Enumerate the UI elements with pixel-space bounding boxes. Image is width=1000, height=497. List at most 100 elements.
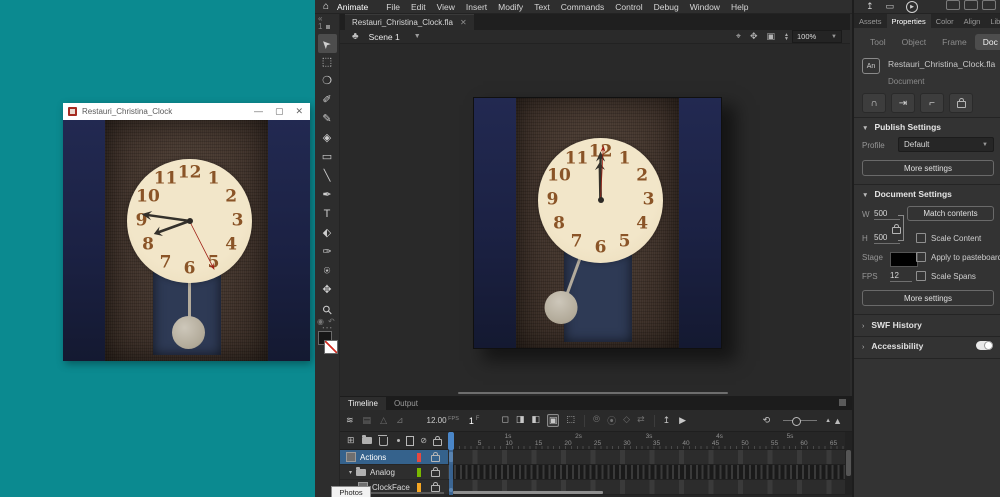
share-icon[interactable]: ↥ [866, 1, 874, 12]
layer-color-chip[interactable] [417, 452, 421, 462]
onion-skin-icon[interactable]: ≋ [346, 415, 354, 426]
export-animation-icon[interactable]: ↥ [663, 415, 671, 426]
tab-timeline[interactable]: Timeline [340, 397, 386, 410]
insert-frame-icon[interactable]: ◻ [501, 414, 508, 427]
text-tool-icon[interactable]: T [318, 205, 337, 224]
graph-editor-icon[interactable]: ⊿ [396, 415, 404, 426]
folder-expand-icon[interactable]: ▾ [349, 469, 352, 476]
playhead[interactable] [448, 432, 454, 450]
document-settings-header[interactable]: ▼ Document Settings [862, 189, 952, 199]
line-tool-icon[interactable]: ╲ [318, 167, 337, 186]
timeline-zoom-slider[interactable] [783, 417, 818, 426]
close-icon[interactable]: ✕ [295, 107, 303, 116]
scene-chevron-icon[interactable]: ▼ [414, 33, 421, 40]
fill-color-swatch[interactable] [324, 340, 338, 354]
layer-color-chip[interactable] [417, 467, 421, 477]
insert-keyframe-icon[interactable]: ◨ [516, 414, 525, 427]
publish-preview-icon[interactable]: ▭ [886, 1, 895, 12]
undo-icon[interactable]: ↶ [328, 317, 335, 326]
document-more-settings-button[interactable]: More settings [862, 290, 994, 306]
outline-layers-icon[interactable] [406, 435, 415, 446]
minimize-icon[interactable]: — [254, 107, 263, 116]
create-motion-tween-icon[interactable]: ⦾ [593, 414, 600, 427]
menu-modify[interactable]: Modify [498, 2, 523, 12]
height-input[interactable]: 500 [874, 233, 900, 244]
panel-tab-align[interactable]: Align [959, 14, 986, 29]
rectangle-tool-icon[interactable]: ▭ [318, 148, 337, 167]
eyedropper-tool-icon[interactable]: ✑ [318, 243, 337, 262]
subtab-object[interactable]: Object [894, 34, 935, 50]
zoom-out-frames-icon[interactable]: ▲ [825, 418, 831, 424]
scale-spans-checkbox[interactable]: Scale Spans [916, 271, 976, 281]
match-contents-button[interactable]: Match contents [907, 206, 994, 221]
timeline-vscrollbar[interactable] [845, 432, 852, 495]
pen-tool-icon[interactable]: ✒ [318, 186, 337, 205]
layer-lock-icon[interactable] [431, 452, 440, 462]
scale-content-checkbox[interactable]: Scale Content [916, 233, 981, 243]
create-shape-tween-icon[interactable]: ⦿ [607, 414, 616, 427]
current-frame-indicator[interactable]: 1 F [469, 416, 480, 426]
panel-tab-properties[interactable]: Properties [886, 13, 931, 29]
asset-warp-tool-icon[interactable]: ⍟ [318, 262, 337, 281]
scene-breadcrumb[interactable]: Scene 1 [369, 32, 400, 42]
layer-row-actions[interactable]: Actions [340, 450, 448, 465]
panel-tab-library[interactable]: Library [985, 14, 1000, 29]
stage-canvas[interactable]: 121234567891011 [473, 97, 722, 349]
clip-content-icon[interactable]: ▣ [767, 31, 776, 42]
delete-frame-icon[interactable]: ⬚ [566, 414, 575, 427]
panel-tab-color[interactable]: Color [931, 14, 959, 29]
menu-window[interactable]: Window [690, 2, 720, 12]
layer-color-chip[interactable] [417, 482, 421, 492]
fps-input[interactable]: 12 [890, 271, 912, 282]
camera-icon[interactable]: ▤ [363, 415, 372, 426]
add-layer-icon[interactable]: ⊞ [347, 435, 355, 446]
menu-edit[interactable]: Edit [411, 2, 426, 12]
zoom-in-frames-icon[interactable]: ▲ [833, 416, 842, 426]
scene-icon[interactable]: ♣ [352, 31, 359, 42]
snap-toggle-icon[interactable]: ◉ [317, 317, 324, 326]
hide-layers-icon[interactable]: ⊘ [420, 436, 427, 445]
workspace-button-1[interactable] [946, 0, 960, 10]
frame-row-analog[interactable] [448, 465, 845, 480]
timeline-panel-menu-icon[interactable] [839, 399, 846, 406]
auto-keyframe-icon[interactable]: ▣ [546, 414, 560, 427]
preview-titlebar[interactable]: Restauri_Christina_Clock — ▢ ✕ [63, 103, 310, 120]
subtab-tool[interactable]: Tool [862, 34, 894, 50]
pasteboard[interactable]: 121234567891011 [340, 44, 850, 396]
home-icon[interactable]: ⌂ [323, 1, 329, 12]
center-stage-icon[interactable]: ⌖ [736, 31, 741, 42]
play-icon[interactable]: ▶ [679, 415, 686, 426]
paint-bucket-tool-icon[interactable]: ⬖ [318, 224, 337, 243]
delete-layer-icon[interactable] [377, 435, 388, 446]
menu-commands[interactable]: Commands [561, 2, 604, 12]
hand-tool-icon[interactable]: ✥ [318, 281, 337, 300]
menu-insert[interactable]: Insert [466, 2, 487, 12]
timeline-hscrollbar[interactable] [453, 491, 603, 494]
publish-settings-header[interactable]: ▼ Publish Settings [862, 122, 941, 132]
eraser-tool-icon[interactable]: ◈ [318, 129, 337, 148]
snap-align-icon[interactable]: ⇥ [891, 93, 915, 113]
frame-row-actions[interactable] [448, 450, 845, 465]
classic-brush-tool-icon[interactable]: ✎ [318, 110, 337, 129]
lasso-tool-icon[interactable]: ❍ [318, 72, 337, 91]
panel-tab-assets[interactable]: Assets [854, 14, 887, 29]
apply-pasteboard-checkbox[interactable]: Apply to pasteboard [916, 252, 1000, 262]
subtab-doc[interactable]: Doc [974, 34, 1000, 50]
lock-layers-icon[interactable] [433, 435, 442, 446]
zoom-stepper[interactable]: ▲ ▼ [784, 32, 789, 41]
tab-close-icon[interactable]: ✕ [460, 18, 467, 27]
insert-blank-keyframe-icon[interactable]: ◧ [531, 414, 540, 427]
profile-select[interactable]: Default ▼ [898, 137, 994, 152]
add-folder-icon[interactable] [361, 435, 372, 444]
test-movie-icon[interactable]: ▶ [906, 0, 919, 13]
rotation-tool-icon[interactable]: ✥ [750, 31, 758, 42]
selection-tool-icon[interactable]: ➤ [317, 34, 337, 53]
accessibility-header[interactable]: › Accessibility [862, 341, 923, 351]
menu-help[interactable]: Help [731, 2, 748, 12]
maximize-icon[interactable]: ▢ [275, 107, 284, 116]
frame-area[interactable]: 5 10 15 20 25 30 35 40 45 50 55 60 65 1s 2s 3s 4s 5s [448, 432, 845, 495]
tab-output[interactable]: Output [386, 397, 426, 410]
fps-indicator[interactable]: 12.00 FPS [427, 416, 459, 425]
menu-debug[interactable]: Debug [654, 2, 679, 12]
layer-lock-icon[interactable] [431, 482, 440, 492]
